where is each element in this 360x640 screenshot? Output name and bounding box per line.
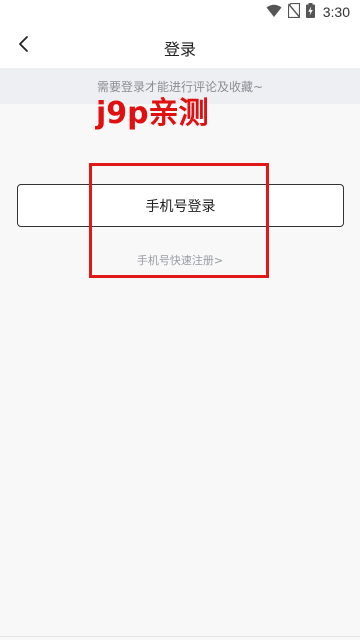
status-time: 3:30 (322, 4, 350, 20)
wifi-icon (266, 3, 282, 22)
status-icons: 3:30 (266, 2, 350, 22)
phone-login-button[interactable]: 手机号登录 (17, 184, 344, 227)
header: 登录 (0, 24, 360, 68)
sim-off-icon (287, 2, 300, 22)
battery-charging-icon (305, 2, 315, 22)
watermark-text: j9p亲测 (96, 96, 209, 131)
main-content: 手机号登录 手机号快速注册> (0, 104, 360, 640)
bottom-divider (0, 636, 360, 637)
phone-quick-register-link[interactable]: 手机号快速注册> (0, 252, 360, 268)
page-title: 登录 (163, 40, 196, 59)
status-bar: 3:30 (0, 0, 360, 24)
